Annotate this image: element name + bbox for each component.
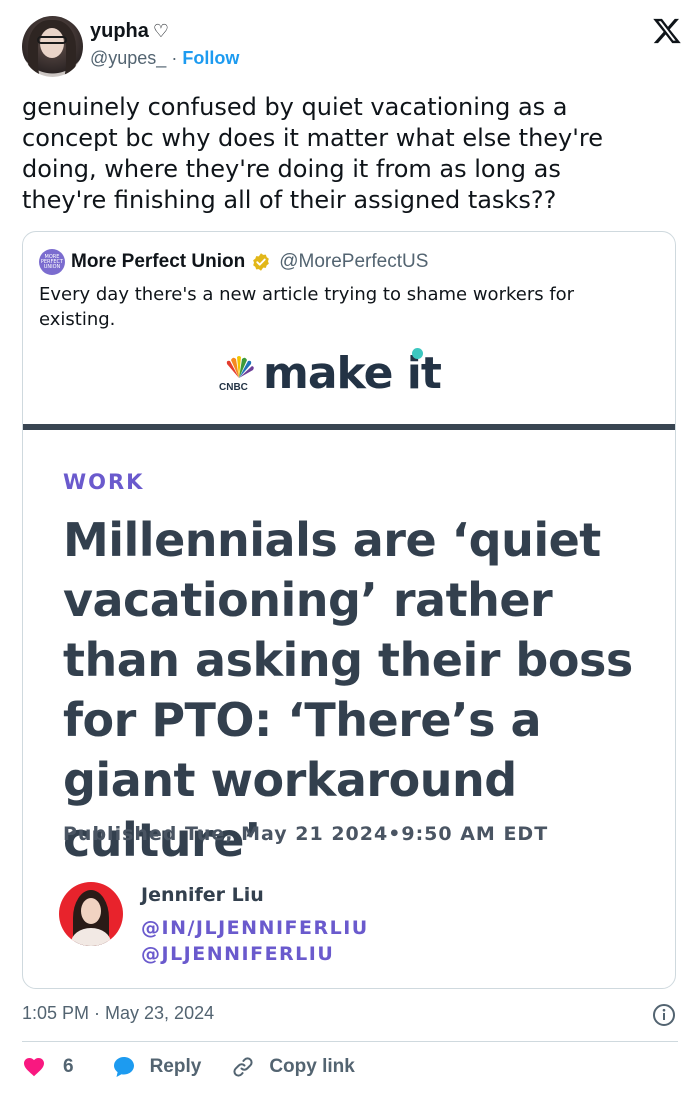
author-handle[interactable]: @yupes_ [90, 48, 166, 68]
article-author-twitter: @JLJENNIFERLIU [141, 943, 335, 965]
article-divider [23, 424, 675, 430]
tweet-timestamp[interactable]: 1:05 PM · May 23, 2024 [22, 1003, 214, 1024]
follow-button[interactable]: Follow [182, 48, 239, 68]
like-count: 6 [63, 1056, 74, 1077]
cnbc-label: CNBC [219, 382, 248, 393]
author-handle-row: @yupes_ · Follow [90, 48, 239, 69]
make-it-dot [411, 348, 423, 359]
tweet-text: genuinely confused by quiet vacationing … [22, 93, 603, 214]
quoted-tweet-header: MORE PERFECT UNION More Perfect Union @M… [39, 248, 428, 276]
article-author-linkedin: @IN/JLJENNIFERLIU [141, 917, 369, 939]
article-published-date: Published Tue, May 21 2024•9:50 AM EDT [63, 823, 549, 845]
author-name-row: yupha ♡ [90, 20, 169, 43]
copy-link-label: Copy link [269, 1056, 355, 1077]
cnbc-peacock-icon: CNBC [219, 356, 257, 393]
author-name[interactable]: yupha [90, 20, 149, 42]
quoted-author-name[interactable]: More Perfect Union [71, 251, 245, 273]
quoted-author-handle[interactable]: @MorePerfectUS [279, 251, 428, 273]
article-author-photo [59, 882, 123, 946]
quoted-author-avatar-text: MORE PERFECT UNION [40, 253, 64, 270]
x-logo-icon[interactable] [652, 16, 682, 46]
quoted-tweet[interactable]: MORE PERFECT UNION More Perfect Union @M… [22, 231, 676, 989]
tweet-actions: 6 Reply Copy link [22, 1052, 355, 1082]
article-headline: Millennials are ‘quiet vacationing’ rath… [63, 513, 633, 867]
footer-divider [22, 1041, 678, 1042]
tweet-header: yupha ♡ @yupes_ · Follow [22, 16, 682, 78]
reply-button[interactable]: Reply [112, 1055, 202, 1079]
article-author-name: Jennifer Liu [141, 884, 264, 906]
quoted-tweet-text: Every day there's a new article trying t… [39, 284, 575, 330]
link-icon [233, 1057, 253, 1077]
heart-icon [24, 1058, 44, 1077]
reply-label: Reply [149, 1056, 202, 1077]
cnbc-make-it-logo: CNBC make it [219, 348, 442, 399]
reply-bubble-icon [113, 1057, 134, 1077]
author-name-suffix: ♡ [152, 21, 170, 41]
author-avatar[interactable] [22, 16, 83, 77]
verified-badge-icon [253, 253, 270, 271]
article-section: WORK [63, 470, 145, 494]
copy-link-button[interactable]: Copy link [231, 1055, 355, 1079]
like-button[interactable]: 6 [22, 1055, 74, 1079]
separator: · [166, 48, 183, 68]
info-icon[interactable] [652, 1003, 676, 1027]
quoted-author-avatar[interactable]: MORE PERFECT UNION [39, 249, 65, 275]
